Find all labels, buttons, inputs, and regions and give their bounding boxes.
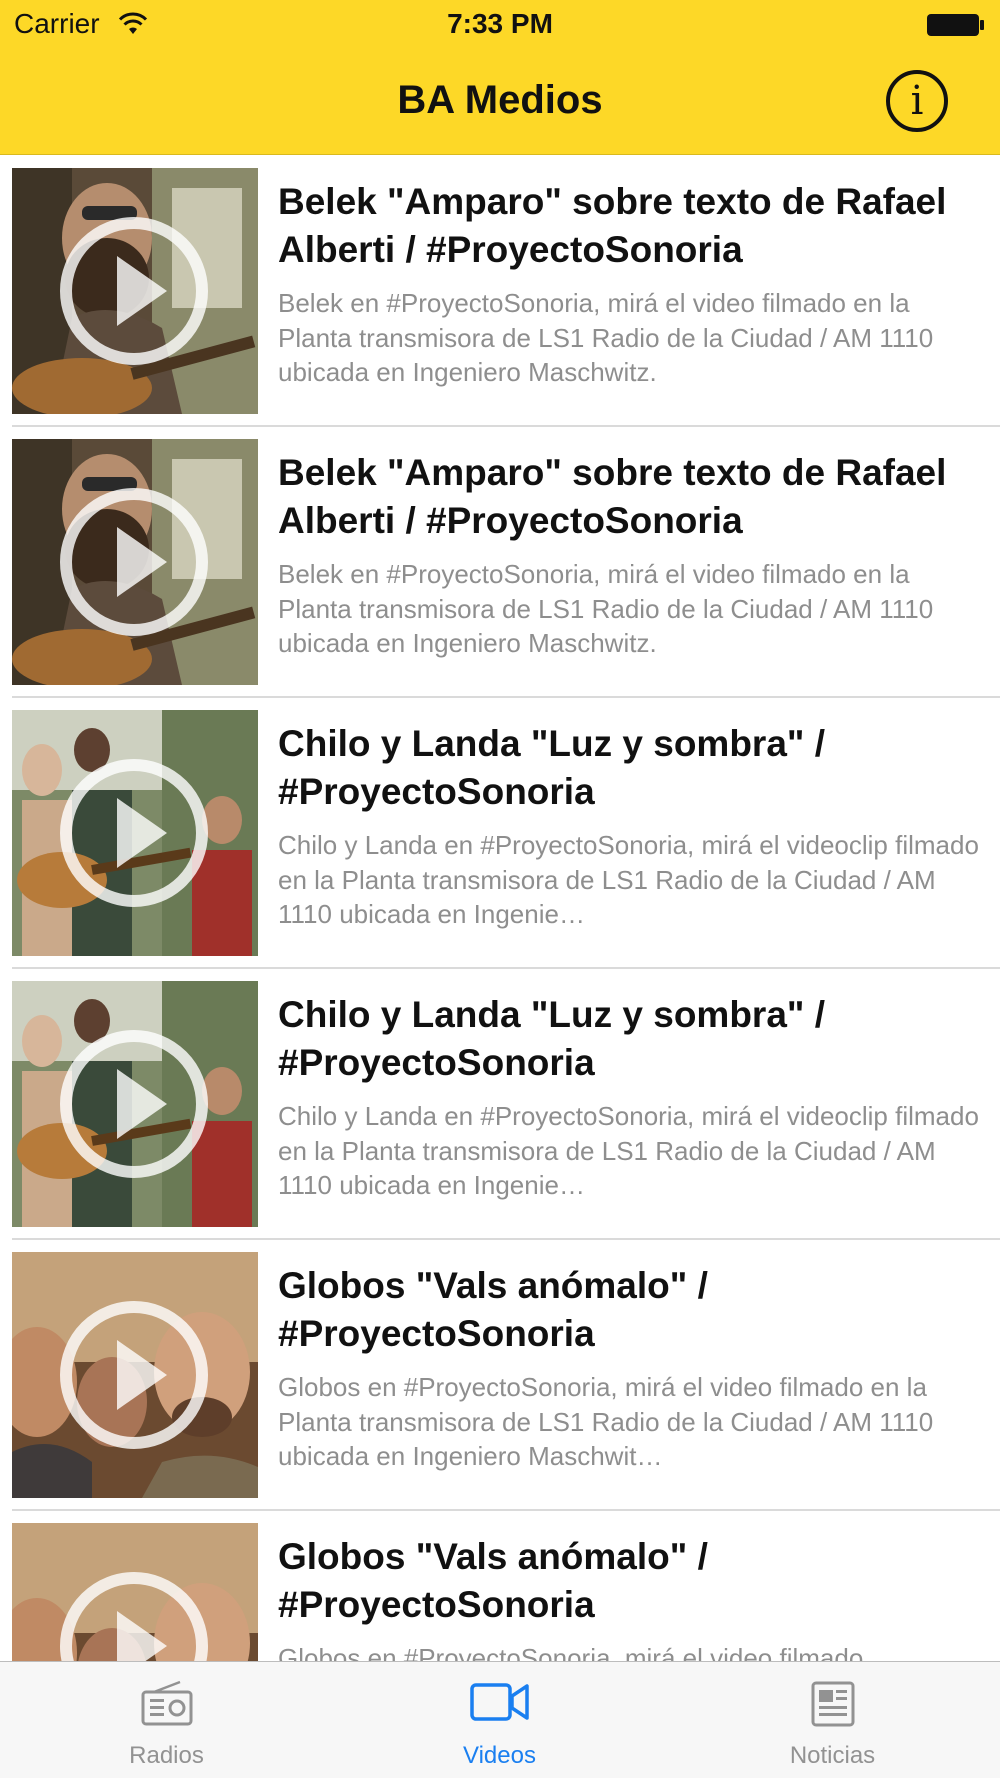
- video-thumbnail[interactable]: [12, 439, 258, 685]
- page-title: BA Medios: [397, 78, 603, 122]
- video-list-item[interactable]: Chilo y Landa "Luz y sombra" / #Proyecto…: [0, 969, 1000, 1240]
- video-thumbnail[interactable]: [12, 710, 258, 956]
- radio-icon: [141, 1680, 192, 1726]
- tab-videos[interactable]: Videos: [333, 1662, 666, 1778]
- video-list-item[interactable]: Globos "Vals anómalo" / #ProyectoSonoria…: [0, 1511, 1000, 1661]
- battery-icon: [927, 14, 984, 36]
- video-description: Belek en #ProyectoSonoria, mirá el video…: [278, 559, 934, 658]
- newspaper-icon: [811, 1681, 854, 1727]
- tab-noticias[interactable]: Noticias: [666, 1662, 999, 1778]
- video-thumbnail[interactable]: [12, 981, 258, 1227]
- tab-label-radios: Radios: [129, 1742, 204, 1769]
- info-icon[interactable]: i: [886, 70, 948, 132]
- tab-bar: Radios Videos Noticias: [0, 1661, 1000, 1778]
- status-time: 7:33 PM: [447, 8, 553, 39]
- play-icon[interactable]: [59, 216, 209, 366]
- video-list-item[interactable]: Belek "Amparo" sobre texto de Rafael Alb…: [0, 427, 1000, 698]
- video-description: Belek en #ProyectoSonoria, mirá el video…: [278, 288, 934, 387]
- video-title: Globos "Vals anómalo" / #ProyectoSonoria: [278, 1265, 708, 1354]
- video-title: Chilo y Landa "Luz y sombra" / #Proyecto…: [278, 723, 825, 812]
- status-bar: Carrier 7:33 PM: [0, 0, 1000, 50]
- video-title: Chilo y Landa "Luz y sombra" / #Proyecto…: [278, 994, 825, 1083]
- video-description: Chilo y Landa en #ProyectoSonoria, mirá …: [278, 1101, 979, 1200]
- tab-label-videos: Videos: [463, 1742, 536, 1769]
- video-description: Globos en #ProyectoSonoria, mirá el vide…: [278, 1372, 934, 1471]
- video-thumbnail[interactable]: [12, 168, 258, 414]
- play-icon[interactable]: [59, 758, 209, 908]
- play-icon[interactable]: [59, 1300, 209, 1450]
- video-list[interactable]: Belek "Amparo" sobre texto de Rafael Alb…: [0, 156, 1000, 1661]
- tab-radios[interactable]: Radios: [0, 1662, 333, 1778]
- play-icon[interactable]: [59, 1571, 209, 1661]
- video-list-item[interactable]: Chilo y Landa "Luz y sombra" / #Proyecto…: [0, 698, 1000, 969]
- video-title: Belek "Amparo" sobre texto de Rafael Alb…: [278, 181, 947, 270]
- navigation-header: Carrier 7:33 PM BA Medios i: [0, 0, 1000, 155]
- video-description: Chilo y Landa en #ProyectoSonoria, mirá …: [278, 830, 979, 929]
- video-camera-icon: [469, 1683, 529, 1721]
- video-list-item[interactable]: Globos "Vals anómalo" / #ProyectoSonoria…: [0, 1240, 1000, 1511]
- play-icon[interactable]: [59, 487, 209, 637]
- video-list-item[interactable]: Belek "Amparo" sobre texto de Rafael Alb…: [0, 156, 1000, 427]
- video-description: Globos en #ProyectoSonoria, mirá el vide…: [278, 1643, 864, 1661]
- video-thumbnail[interactable]: [12, 1523, 258, 1661]
- video-thumbnail[interactable]: [12, 1252, 258, 1498]
- video-title: Globos "Vals anómalo" / #ProyectoSonoria: [278, 1536, 708, 1625]
- video-title: Belek "Amparo" sobre texto de Rafael Alb…: [278, 452, 947, 541]
- tab-label-noticias: Noticias: [789, 1742, 876, 1769]
- play-icon[interactable]: [59, 1029, 209, 1179]
